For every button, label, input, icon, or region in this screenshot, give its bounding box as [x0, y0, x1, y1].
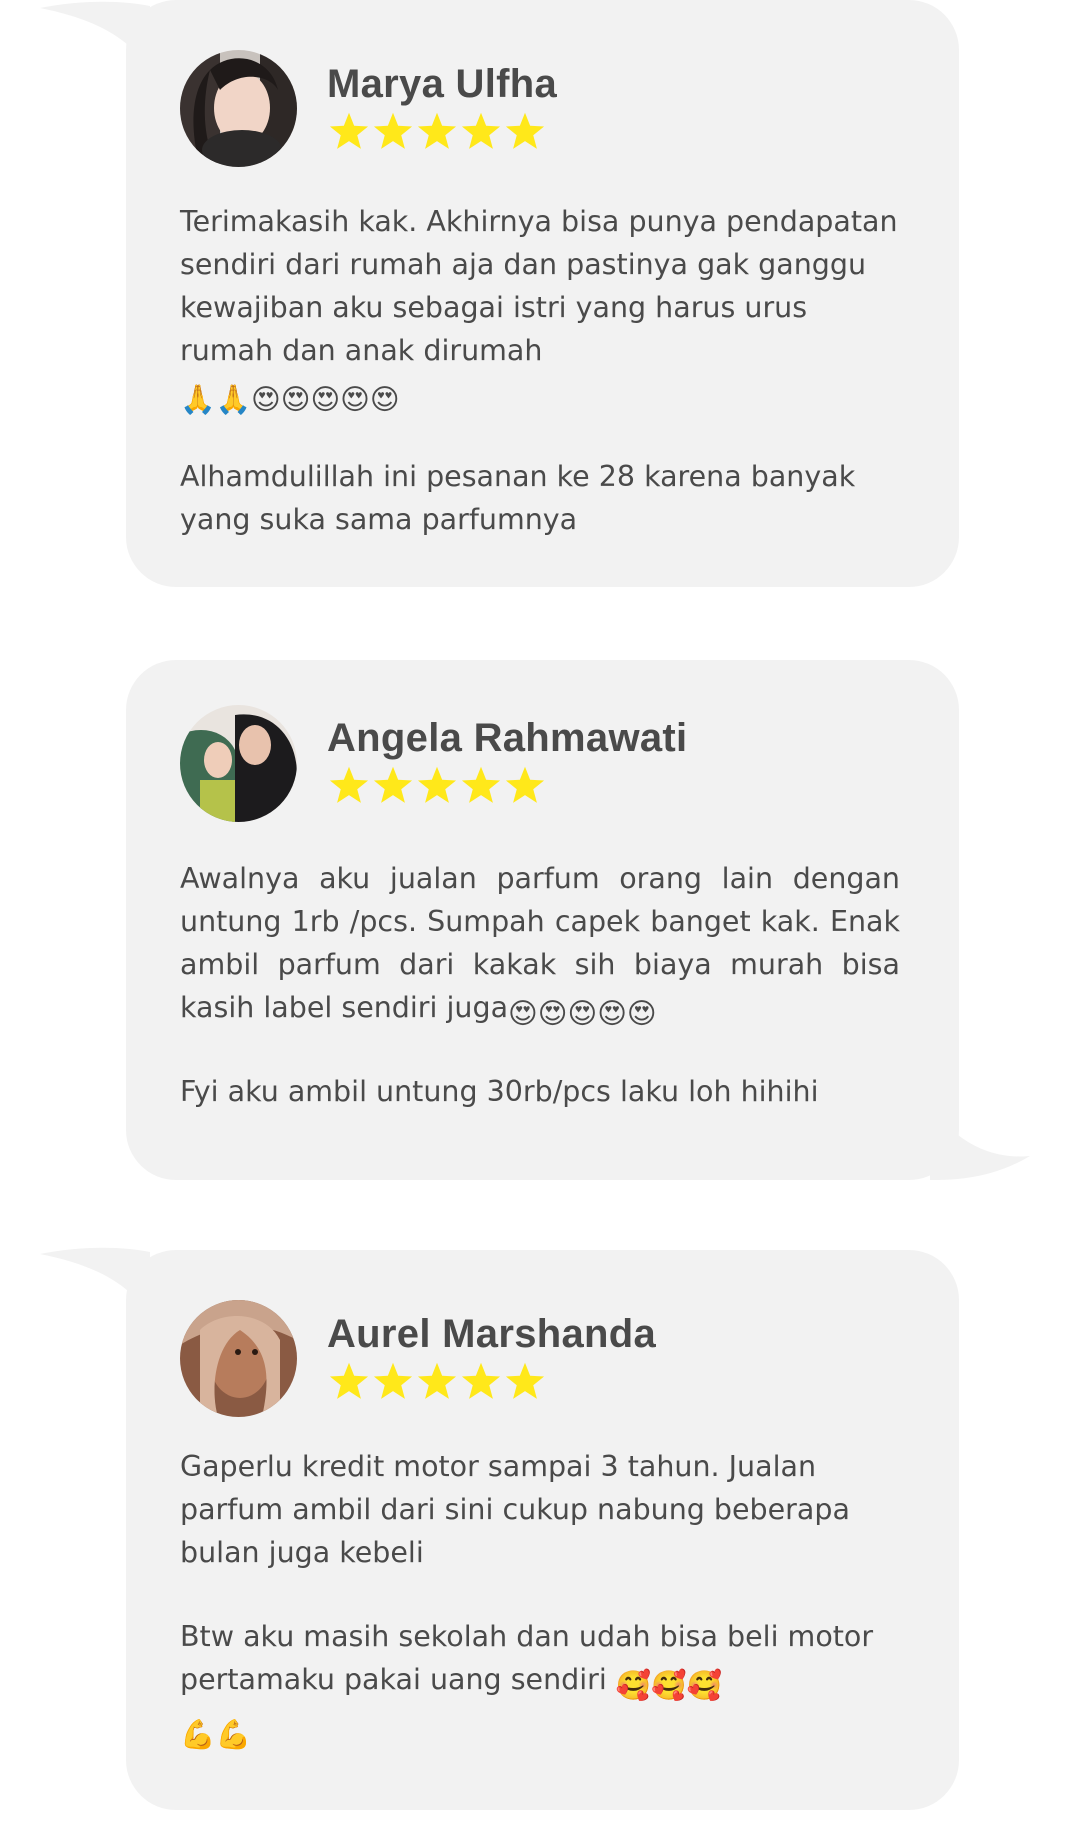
- flexed-biceps-emoji-icon: 💪: [215, 1718, 252, 1751]
- heart-eyes-emoji-icon: 😍: [626, 997, 657, 1030]
- review-text-body: Btw aku masih sekolah dan udah bisa beli…: [180, 1620, 874, 1696]
- review-card: Angela Rahmawati Awalnya aku jualan parf…: [126, 660, 959, 1180]
- star-icon: [505, 112, 545, 149]
- review-card: Marya Ulfha Terimakasih kak. Akhirnya bi…: [126, 0, 959, 587]
- reviewer-name: Marya Ulfha: [327, 62, 558, 106]
- avatar: [180, 705, 297, 822]
- heart-eyes-emoji-icon: 😍: [340, 383, 370, 416]
- star-icon: [417, 766, 457, 803]
- review-text: Terimakasih kak. Akhirnya bisa punya pen…: [180, 200, 900, 421]
- smiling-hearts-emoji-icon: 🥰: [651, 1669, 687, 1702]
- review-text-body: Terimakasih kak. Akhirnya bisa punya pen…: [180, 205, 898, 367]
- heart-eyes-emoji-icon: 😍: [310, 383, 341, 416]
- avatar: [180, 1300, 297, 1417]
- star-icon: [329, 112, 369, 149]
- heart-eyes-emoji-icon: 😍: [369, 383, 400, 416]
- star-icon: [329, 766, 369, 803]
- star-icon: [505, 766, 545, 803]
- smiling-hearts-emoji-icon: 🥰: [686, 1669, 723, 1702]
- star-icon: [373, 766, 413, 803]
- heart-eyes-emoji-icon: 😍: [508, 997, 538, 1030]
- review-card: Aurel Marshanda Gaperlu kredit motor sam…: [126, 1250, 959, 1810]
- reviewer-name: Aurel Marshanda: [327, 1312, 657, 1356]
- review-text: Gaperlu kredit motor sampai 3 tahun. Jua…: [180, 1450, 850, 1569]
- star-rating: [327, 764, 547, 808]
- flexed-biceps-emoji-icon: 💪: [180, 1718, 216, 1751]
- review-text: Btw aku masih sekolah dan udah bisa beli…: [180, 1615, 900, 1756]
- reviewer-name: Angela Rahmawati: [327, 716, 688, 760]
- pray-emoji-icon: 🙏: [180, 383, 216, 416]
- heart-eyes-emoji-icon: 😍: [567, 997, 598, 1030]
- star-icon: [329, 1362, 369, 1399]
- avatar: [180, 50, 297, 167]
- smiling-hearts-emoji-icon: 🥰: [615, 1669, 652, 1702]
- star-icon: [461, 766, 501, 803]
- review-text: Fyi aku ambil untung 30rb/pcs laku loh h…: [180, 1075, 819, 1108]
- star-rating: [327, 1360, 547, 1404]
- heart-eyes-emoji-icon: 😍: [537, 997, 568, 1030]
- star-icon: [417, 112, 457, 149]
- heart-eyes-emoji-icon: 😍: [251, 383, 281, 416]
- review-text: Alhamdulillah ini pesanan ke 28 karena b…: [180, 460, 856, 536]
- heart-eyes-emoji-icon: 😍: [280, 383, 311, 416]
- star-icon: [461, 1362, 501, 1399]
- star-icon: [373, 1362, 413, 1399]
- star-icon: [373, 112, 413, 149]
- heart-eyes-emoji-icon: 😍: [597, 997, 627, 1030]
- star-icon: [417, 1362, 457, 1399]
- review-text: Awalnya aku jualan parfum orang lain den…: [180, 857, 900, 1035]
- star-icon: [505, 1362, 545, 1399]
- pray-emoji-icon: 🙏: [215, 383, 252, 416]
- star-rating: [327, 110, 547, 154]
- star-icon: [461, 112, 501, 149]
